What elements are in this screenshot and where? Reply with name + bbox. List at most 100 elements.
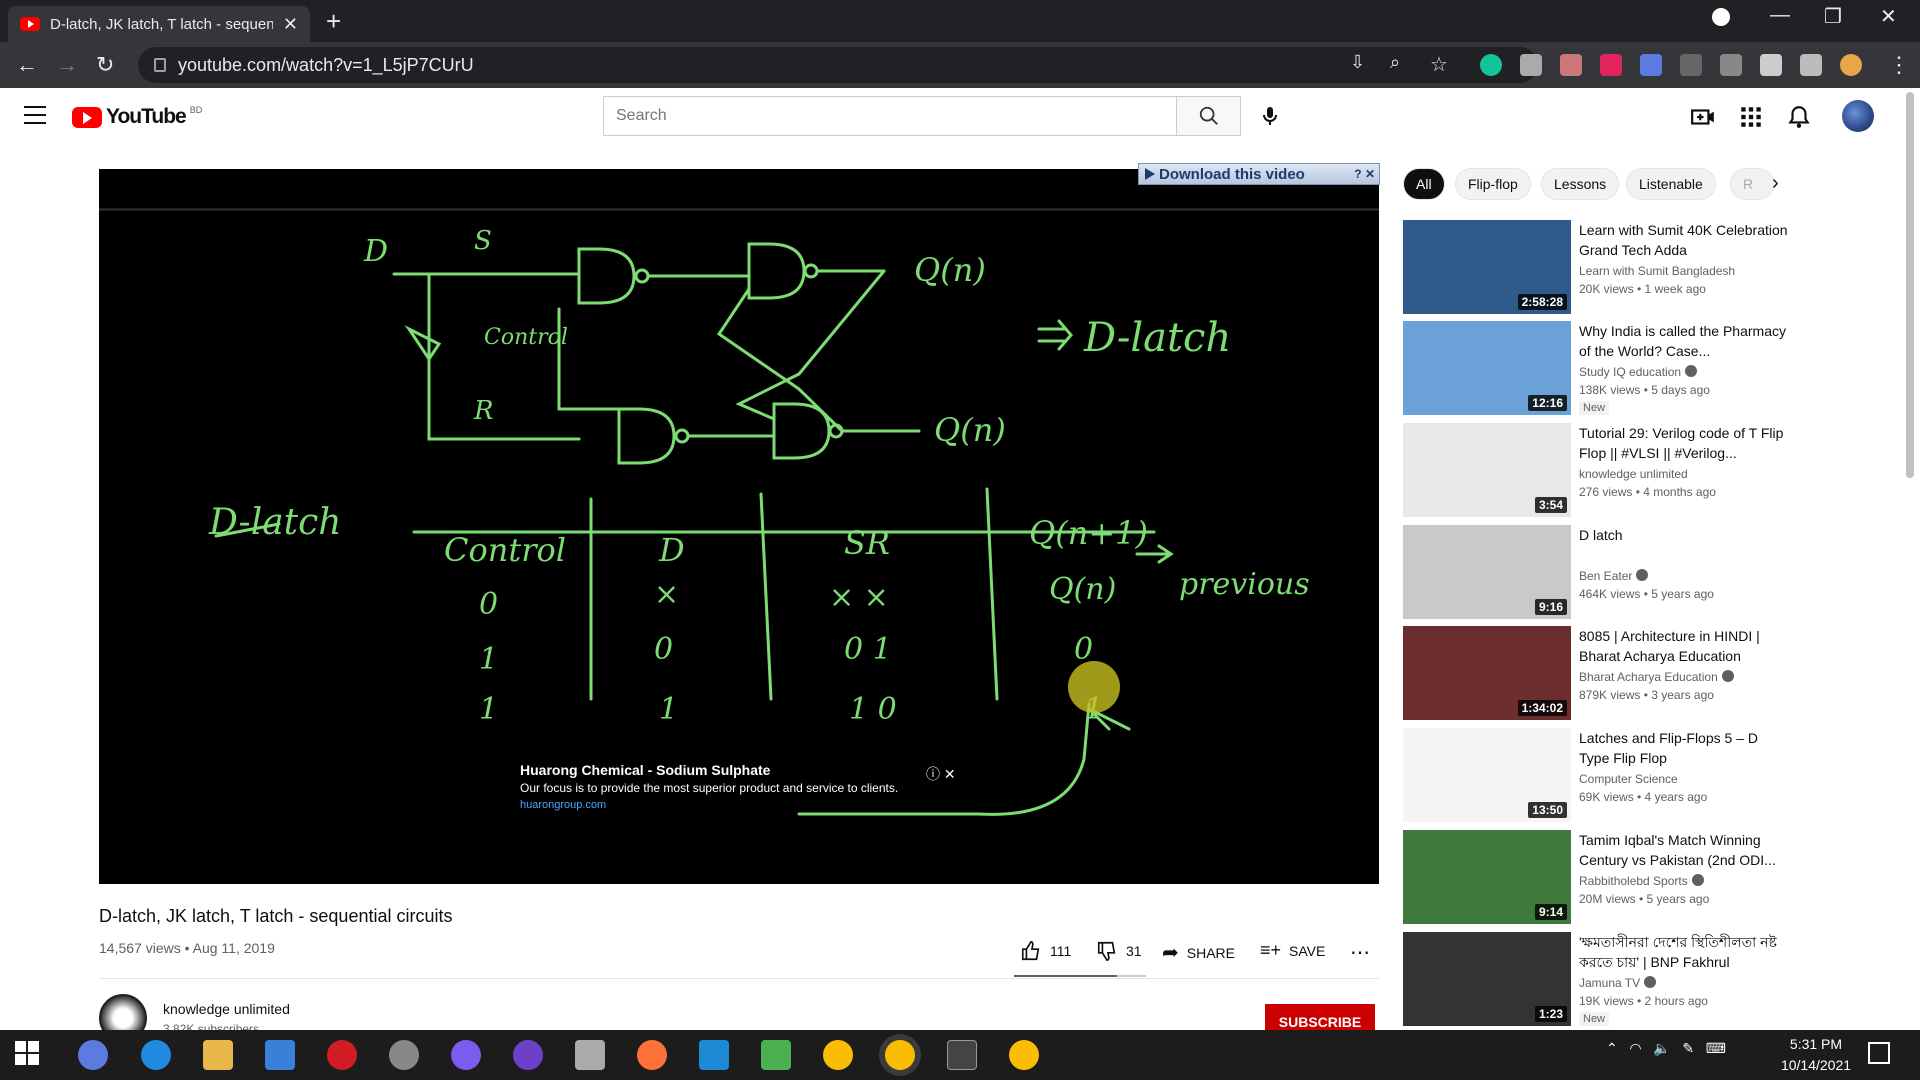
create-video-icon[interactable] — [1690, 104, 1716, 130]
related-video[interactable]: 13:50 Latches and Flip-Flops 5 – D Type F… — [1403, 728, 1903, 824]
related-video-title[interactable]: D latch — [1579, 525, 1791, 545]
related-video-title[interactable]: 'ক্ষমতাসীনরা দেশের স্থিতিশীলতা নষ্ট করতে… — [1579, 932, 1791, 972]
youtube-logo[interactable]: YouTube BD — [72, 105, 202, 129]
github-icon[interactable] — [513, 1040, 543, 1070]
related-video-channel[interactable]: Jamuna TV — [1579, 976, 1657, 990]
related-video-channel[interactable]: Ben Eater — [1579, 569, 1649, 583]
chrome-active-icon[interactable] — [885, 1040, 915, 1070]
messenger-icon[interactable] — [451, 1040, 481, 1070]
new-tab-icon[interactable]: + — [326, 6, 341, 37]
forward-icon[interactable]: → — [56, 52, 78, 78]
profile-menu-icon[interactable] — [1712, 8, 1730, 26]
close-tab-icon[interactable]: ✕ — [283, 14, 298, 35]
app-icon[interactable] — [389, 1040, 419, 1070]
windows-start-icon[interactable] — [14, 1040, 44, 1070]
play-extension-icon[interactable] — [1600, 54, 1622, 76]
related-video-title[interactable]: Learn with Sumit 40K Celebration Grand T… — [1579, 220, 1791, 260]
minimize-icon[interactable]: — — [1770, 4, 1790, 27]
chip-flip-flop[interactable]: Flip-flop — [1455, 168, 1531, 200]
close-icon[interactable]: ? ✕ — [1350, 167, 1379, 181]
extension-icon[interactable] — [1560, 54, 1582, 76]
related-video-title[interactable]: Latches and Flip-Flops 5 – D Type Flip F… — [1579, 728, 1791, 768]
search-button[interactable] — [1177, 96, 1241, 136]
related-video-title[interactable]: 8085 | Architecture in HINDI | Bharat Ac… — [1579, 626, 1791, 666]
microphone-icon[interactable] — [1258, 104, 1282, 128]
download-video-button[interactable]: Download this video ? ✕ — [1138, 163, 1380, 185]
browser-menu-icon[interactable]: ⋮ — [1888, 52, 1910, 78]
close-window-icon[interactable]: ✕ — [1880, 4, 1897, 29]
camera-extension-icon[interactable] — [1520, 54, 1542, 76]
video-thumbnail[interactable]: 1:23 — [1403, 932, 1571, 1026]
video-thumbnail[interactable]: 3:54 — [1403, 423, 1571, 517]
chip-all[interactable]: All — [1403, 168, 1445, 200]
related-video-channel[interactable]: Learn with Sumit Bangladesh — [1579, 264, 1735, 278]
pen-extension-icon[interactable] — [1720, 54, 1742, 76]
install-icon[interactable]: ⇩ — [1350, 52, 1365, 73]
page-scrollbar[interactable] — [1906, 92, 1914, 478]
ad-close-icon[interactable]: ⓘ ✕ — [926, 764, 956, 784]
address-bar[interactable]: youtube.com/watch?v=1_L5jP7CUrU — [138, 47, 1538, 83]
share-button[interactable]: ➦ SHARE — [1162, 940, 1235, 965]
related-video[interactable]: 12:16 Why India is called the Pharmacy of… — [1403, 321, 1903, 417]
related-video[interactable]: 2:58:28 Learn with Sumit 40K Celebration … — [1403, 220, 1903, 316]
video-thumbnail[interactable]: 2:58:28 — [1403, 220, 1571, 314]
clock[interactable]: 5:31 PM 10/14/2021 — [1776, 1034, 1856, 1076]
edge-icon[interactable] — [141, 1040, 171, 1070]
reload-icon[interactable]: ↻ — [96, 52, 114, 78]
related-video[interactable]: 1:34:02 8085 | Architecture in HINDI | Bh… — [1403, 626, 1903, 722]
apps-grid-icon[interactable] — [1738, 104, 1764, 130]
related-video[interactable]: 3:54 Tutorial 29: Verilog code of T Flip … — [1403, 423, 1903, 519]
terminal-icon[interactable] — [947, 1040, 977, 1070]
browser-profile-avatar[interactable] — [1840, 54, 1862, 76]
app-icon[interactable] — [761, 1040, 791, 1070]
notifications-icon[interactable] — [1868, 1042, 1890, 1064]
related-video-channel[interactable]: Bharat Acharya Education — [1579, 670, 1734, 684]
video-thumbnail[interactable]: 9:16 — [1403, 525, 1571, 619]
download-extension-icon[interactable] — [1640, 54, 1662, 76]
chip-lessons[interactable]: Lessons — [1541, 168, 1620, 200]
app-qb-icon[interactable] — [78, 1040, 108, 1070]
dislike-button[interactable]: 31 — [1096, 940, 1142, 962]
related-video[interactable]: 9:16 D latch Ben Eater 464K views • 5 years… — [1403, 525, 1903, 621]
vscode-icon[interactable] — [699, 1040, 729, 1070]
chrome-icon[interactable] — [823, 1040, 853, 1070]
zoom-icon[interactable]: ⌕ — [1390, 52, 1400, 73]
reading-list-icon[interactable] — [1800, 54, 1822, 76]
related-video-channel[interactable]: Rabbitholebd Sports — [1579, 874, 1704, 888]
video-thumbnail[interactable]: 1:34:02 — [1403, 626, 1571, 720]
related-video-channel[interactable]: Study IQ education — [1579, 365, 1698, 379]
video-thumbnail[interactable]: 9:14 — [1403, 830, 1571, 924]
related-video[interactable]: 9:14 Tamim Iqbal's Match Winning Century … — [1403, 830, 1903, 926]
save-button[interactable]: ≡+ SAVE — [1260, 940, 1325, 961]
opera-icon[interactable] — [327, 1040, 357, 1070]
grammarly-extension-icon[interactable] — [1480, 54, 1502, 76]
firefox-icon[interactable] — [637, 1040, 667, 1070]
restore-icon[interactable]: ❐ — [1824, 4, 1842, 29]
more-actions-icon[interactable]: ⋯ — [1350, 940, 1370, 965]
file-explorer-icon[interactable] — [203, 1040, 233, 1070]
search-input[interactable] — [603, 96, 1177, 136]
chip-more[interactable]: R — [1730, 168, 1774, 200]
mail-icon[interactable] — [265, 1040, 295, 1070]
extension-icon[interactable] — [1680, 54, 1702, 76]
channel-name[interactable]: knowledge unlimited — [163, 1001, 290, 1017]
related-video-title[interactable]: Tamim Iqbal's Match Winning Century vs P… — [1579, 830, 1791, 870]
related-video-channel[interactable]: Computer Science — [1579, 772, 1678, 786]
related-video[interactable]: 1:23 'ক্ষমতাসীনরা দেশের স্থিতিশীলতা নষ্ট … — [1403, 932, 1903, 1028]
notifications-bell-icon[interactable] — [1786, 104, 1812, 130]
related-video-title[interactable]: Why India is called the Pharmacy of the … — [1579, 321, 1791, 361]
video-thumbnail[interactable]: 12:16 — [1403, 321, 1571, 415]
ad-url[interactable]: huarongroup.com — [520, 799, 960, 811]
chrome-profile-icon[interactable] — [1009, 1040, 1039, 1070]
bookmark-star-icon[interactable]: ☆ — [1430, 52, 1448, 77]
app-icon[interactable] — [575, 1040, 605, 1070]
system-tray[interactable]: ⌃ ◠ 🔈 ✎ ⌨ — [1606, 1040, 1726, 1057]
chevron-right-icon[interactable]: › — [1772, 172, 1779, 195]
like-button[interactable]: 111 — [1020, 940, 1071, 962]
account-avatar[interactable] — [1842, 100, 1874, 132]
back-icon[interactable]: ← — [16, 52, 38, 78]
related-video-channel[interactable]: knowledge unlimited — [1579, 467, 1688, 481]
menu-icon[interactable] — [24, 106, 46, 124]
puzzle-extensions-icon[interactable] — [1760, 54, 1782, 76]
related-video-title[interactable]: Tutorial 29: Verilog code of T Flip Flop… — [1579, 423, 1791, 463]
